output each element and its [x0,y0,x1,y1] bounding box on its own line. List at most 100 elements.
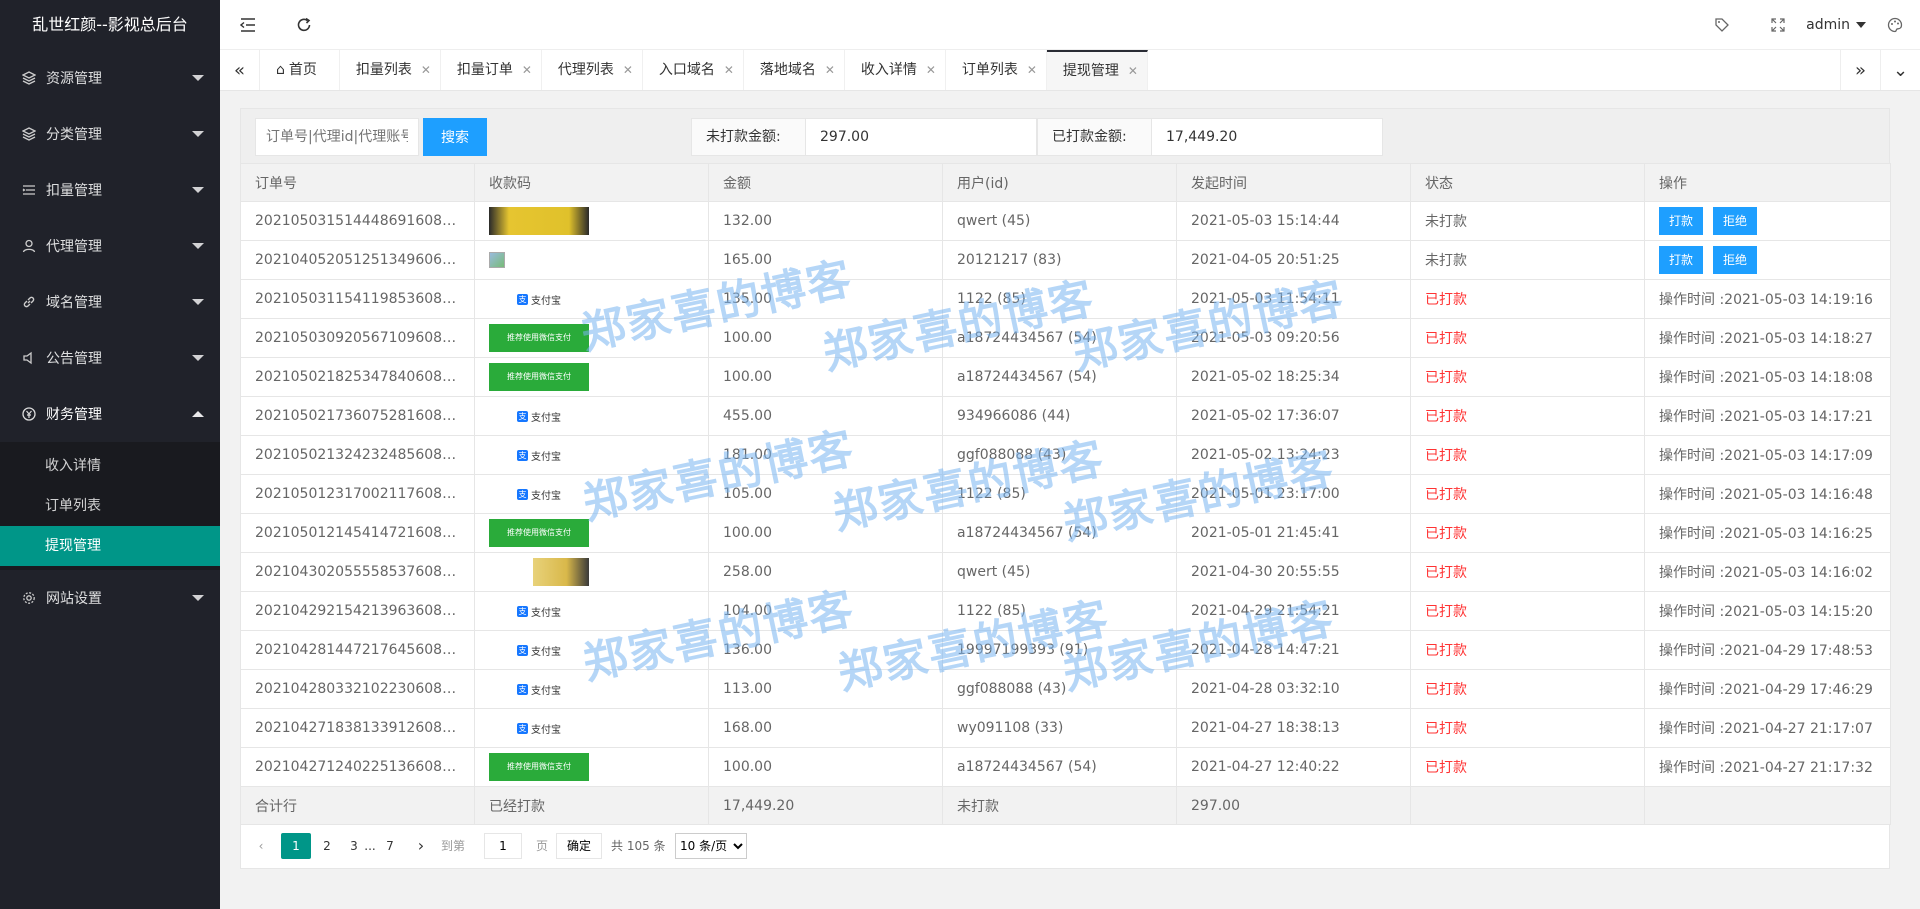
prev-page-button[interactable]: ‹ [251,833,271,859]
theme-button[interactable] [1870,0,1920,50]
amount: 105.00 [708,474,943,514]
fullscreen-button[interactable] [1750,0,1806,50]
sidebar-item-agents[interactable]: 代理管理 [0,218,220,274]
tag-button[interactable] [1694,0,1750,50]
sidebar-item-label: 代理管理 [46,239,102,255]
sidebar-item-announcements[interactable]: 公告管理 [0,330,220,386]
request-time: 2021-05-02 17:36:07 [1176,396,1411,436]
qr-photo-image[interactable] [489,207,589,235]
qr-photo-image[interactable] [533,558,589,586]
page-7[interactable]: 7 [381,833,399,859]
wechat-qr-image[interactable]: 推荐使用微信支付 [489,324,589,352]
reject-button[interactable]: 拒绝 [1713,207,1758,235]
summary-cell: 合计行 [240,786,475,825]
user-menu[interactable]: admin [1806,0,1866,50]
sidebar-subitem-withdrawals[interactable]: 提现管理 [0,526,220,566]
close-icon[interactable]: ✕ [421,50,431,90]
sidebar-item-site-settings[interactable]: 网站设置 [0,570,220,626]
link-icon [20,293,38,311]
tab-agent-list[interactable]: 代理列表 ✕ [542,50,643,90]
sidebar-item-resources[interactable]: 资源管理 [0,50,220,106]
payment-qr-cell [474,201,709,241]
tabs-scroll-right-button[interactable]: » [1840,50,1880,90]
tab-deduction-list[interactable]: 扣量列表 ✕ [340,50,441,90]
payment-qr-cell: 推荐使用微信支付 [474,747,709,787]
goto-page-input[interactable] [484,833,522,859]
close-icon[interactable]: ✕ [926,50,936,90]
sidebar-item-finance[interactable]: 财务管理 [0,386,220,442]
wechat-qr-image[interactable]: 推荐使用微信支付 [489,363,589,391]
order-number: 20210429215421396​3608AB... [240,591,475,631]
tab-list: ⌂ 首页 扣量列表 ✕ 扣量订单 ✕ 代理列表 ✕ 入口域名 ✕ 落地域名 ✕ 收入详情 ✕ … [260,50,1148,90]
tab-label: 代理列表 [557,62,614,78]
tab-label: 扣量订单 [456,62,513,78]
tabs-scroll-left-button[interactable]: « [220,50,260,90]
tab-deduction-orders[interactable]: 扣量订单 ✕ [441,50,542,90]
tab-withdrawals[interactable]: 提现管理 ✕ [1046,50,1148,90]
amount: 135.00 [708,279,943,319]
status-badge: 已打款 [1410,396,1645,436]
alipay-qr-image[interactable]: 支支付宝 [489,402,589,430]
sidebar-item-categories[interactable]: 分类管理 [0,106,220,162]
unpaid-value: 297.00 [820,129,869,145]
wechat-qr-image[interactable]: 推荐使用微信支付 [489,753,589,781]
alipay-qr-image[interactable]: 支支付宝 [489,480,589,508]
page-1[interactable]: 1 [281,833,311,859]
close-icon[interactable]: ✕ [724,50,734,90]
broken-image-icon[interactable] [489,252,505,268]
tab-income-details[interactable]: 收入详情 ✕ [845,50,946,90]
alipay-qr-image[interactable]: 支支付宝 [489,597,589,625]
user-id: 1122 (85) [942,591,1177,631]
close-icon[interactable]: ✕ [623,50,633,90]
tab-home[interactable]: ⌂ 首页 [260,50,340,90]
payment-qr-cell: 推荐使用微信支付 [474,513,709,553]
alipay-icon: 支 [517,410,528,422]
search-input[interactable] [255,118,419,156]
tabs-menu-button[interactable]: ⌄ [1880,50,1920,90]
alipay-qr-image[interactable]: 支支付宝 [489,441,589,469]
close-icon[interactable]: ✕ [522,50,532,90]
column-header: 状态 [1410,163,1645,202]
refresh-button[interactable] [276,0,332,50]
sidebar-subitem-orders[interactable]: 订单列表 [0,486,220,526]
alipay-icon: 支 [517,683,528,695]
column-header: 发起时间 [1176,163,1411,202]
tab-landing-domains[interactable]: 落地域名 ✕ [744,50,845,90]
goto-confirm-button[interactable]: 确定 [556,833,603,859]
request-time: 2021-05-03 15:14:44 [1176,201,1411,241]
search-button[interactable]: 搜索 [423,118,487,156]
summary-cell: 297.00 [1176,786,1411,825]
close-icon[interactable]: ✕ [1128,52,1138,90]
alipay-qr-image[interactable]: 支支付宝 [489,675,589,703]
pay-button[interactable]: 打款 [1659,207,1704,235]
payment-qr-cell: 支支付宝 [474,279,709,319]
sidebar-item-domains[interactable]: 域名管理 [0,274,220,330]
close-icon[interactable]: ✕ [825,50,835,90]
close-icon[interactable]: ✕ [1027,50,1037,90]
alipay-text: 支付宝 [531,607,561,619]
user-id: 934966086 (44) [942,396,1177,436]
next-page-button[interactable]: › [411,833,431,859]
tab-order-list[interactable]: 订单列表 ✕ [946,50,1047,90]
alipay-qr-image[interactable]: 支支付宝 [489,636,589,664]
alipay-qr-image[interactable]: 支支付宝 [489,714,589,742]
order-number: 20210405205125134​9606B0... [240,240,475,280]
order-number: 20210503115411985​3608F7... [240,279,475,319]
menu-collapse-button[interactable] [220,0,276,50]
column-header: 金额 [708,163,943,202]
payment-qr-cell: 支支付宝 [474,474,709,514]
payment-qr-cell: 推荐使用微信支付 [474,357,709,397]
alipay-qr-image[interactable]: 支支付宝 [489,285,589,313]
reject-button[interactable]: 拒绝 [1713,246,1758,274]
tab-entry-domains[interactable]: 入口域名 ✕ [643,50,744,90]
page-2[interactable]: 2 [315,833,339,859]
user-id: 1122 (85) [942,474,1177,514]
pay-button[interactable]: 打款 [1659,246,1704,274]
list-icon [20,181,38,199]
sidebar-subitem-income[interactable]: 收入详情 [0,446,220,486]
sidebar-item-deduction[interactable]: 扣量管理 [0,162,220,218]
wechat-qr-image[interactable]: 推荐使用微信支付 [489,519,589,547]
per-page-select[interactable]: 10 条/页 [675,833,747,859]
yen-icon [20,405,38,423]
operation-time: 操作时间 :2021-05-03 14:16:25 [1644,513,1891,553]
